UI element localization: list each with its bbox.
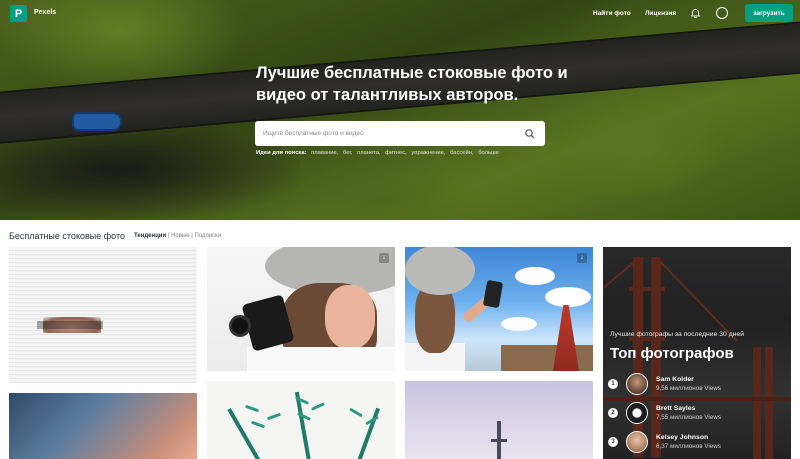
nav-find-photos[interactable]: Найти фото [593,10,631,17]
search-icon[interactable] [524,127,536,139]
tab-subscriptions[interactable]: Подписки [195,233,222,239]
user-avatar-icon[interactable] [716,7,728,19]
section-title: Бесплатные стоковые фото [9,231,125,241]
top-navigation: P Pexels Найти фото Лицензия загрузить [0,0,800,28]
photo-card[interactable] [9,247,197,383]
photographer-name[interactable]: Sam Kolder [656,376,694,383]
photographer-name[interactable]: Kelsey Johnson [656,434,708,441]
avatar[interactable] [626,373,648,395]
search-idea-link[interactable]: бег, [343,150,353,156]
download-icon[interactable]: ↓ [379,253,389,263]
photographer-rank: 1 [608,379,618,389]
avatar[interactable] [626,431,648,453]
top-photographers-card[interactable]: Лучшие фотографы за последние 30 дней То… [603,247,791,459]
search-ideas: Идеи для поиска: плавание, бег, планета,… [256,150,499,156]
bell-icon[interactable] [689,8,701,20]
nav-license[interactable]: Лицензия [645,10,676,17]
hero-banner: P Pexels Найти фото Лицензия загрузить Л… [0,0,800,220]
photographer-row[interactable]: 1 Sam Kolder 9,56 миллионов Views [608,373,788,395]
search-input[interactable] [263,121,518,146]
photo-card[interactable] [207,381,395,459]
photographer-views: 7,55 миллионов Views [656,414,721,421]
logo[interactable]: P [10,5,27,22]
top-photographers-subtitle: Лучшие фотографы за последние 30 дней [610,331,745,338]
photographer-name[interactable]: Brett Sayles [656,405,695,412]
photographer-rank: 3 [608,437,618,447]
photo-card[interactable]: ↓ [405,247,593,371]
search-idea-link[interactable]: планета, [357,150,380,156]
photographer-row[interactable]: 2 Brett Sayles 7,55 миллионов Views [608,402,788,424]
search-idea-link[interactable]: плавание, [311,150,338,156]
download-icon[interactable]: ↓ [577,253,587,263]
photographer-views: 9,56 миллионов Views [656,385,721,392]
photo-card[interactable] [9,393,197,459]
photographer-row[interactable]: 3 Kelsey Johnson 6,37 миллионов Views [608,431,788,453]
search-idea-link[interactable]: бассейн, [450,150,473,156]
photographer-rank: 2 [608,408,618,418]
tab-separator: | [167,233,170,239]
brand-name[interactable]: Pexels [34,9,56,16]
hero-title: Лучшие бесплатные стоковые фото и видео … [256,64,568,104]
search-idea-link[interactable]: упражнение, [411,150,445,156]
search-idea-more[interactable]: больше [478,150,499,156]
photographer-views: 6,37 миллионов Views [656,443,721,450]
photo-card[interactable] [405,381,593,459]
feed-tabs: Тенденции | Новые | Подписки [134,233,221,239]
search-idea-link[interactable]: фитнес, [385,150,407,156]
tab-new[interactable]: Новые [171,233,190,239]
search-box[interactable] [255,121,545,146]
search-ideas-label: Идеи для поиска: [256,150,307,156]
photo-card[interactable]: ↓ [207,247,395,371]
top-photographers-title[interactable]: Топ фотографов [610,345,734,362]
upload-button[interactable]: загрузить [745,4,793,22]
avatar[interactable] [626,402,648,424]
tab-trending[interactable]: Тенденции [134,233,166,239]
tab-separator: | [191,233,193,239]
